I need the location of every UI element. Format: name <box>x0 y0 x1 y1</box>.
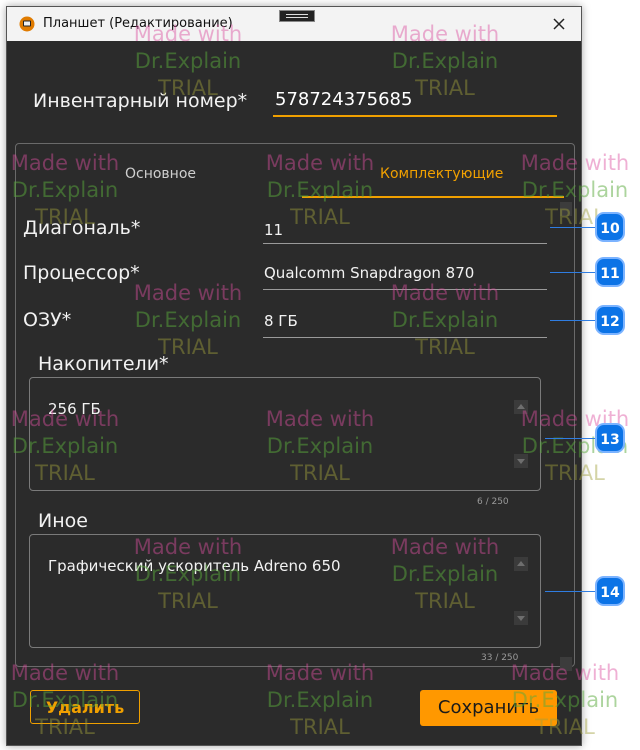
other-label: Иное <box>38 510 88 532</box>
delete-button[interactable]: Удалить <box>30 690 140 724</box>
storage-text: 256 ГБ <box>48 400 101 418</box>
callout-leader-line <box>545 591 600 592</box>
other-textarea[interactable]: Графический ускоритель Adreno 650 <box>29 534 541 648</box>
diagonal-input[interactable]: 11 <box>264 221 283 239</box>
storage-label: Накопители* <box>38 353 169 375</box>
window-title: Планшет (Редактирование) <box>43 16 233 31</box>
ram-label: ОЗУ* <box>23 309 72 331</box>
edit-tablet-window: Планшет (Редактирование) Инвентарный ном… <box>6 6 582 746</box>
other-text: Графический ускоритель Adreno 650 <box>48 557 341 575</box>
scroll-up-icon[interactable] <box>514 400 528 414</box>
callout-badge-12: 12 <box>595 305 625 335</box>
callout-badge-13: 13 <box>595 423 625 453</box>
callout-leader-line <box>550 272 600 273</box>
active-tab-indicator <box>302 196 564 198</box>
drag-handle-icon[interactable] <box>279 10 315 22</box>
ram-underline <box>263 337 547 338</box>
storage-textarea[interactable]: 256 ГБ <box>29 377 541 491</box>
tab-components[interactable]: Комплектующие <box>380 166 503 182</box>
scrollbar-down-icon[interactable] <box>560 657 572 671</box>
diagonal-label: Диагональ* <box>23 217 141 239</box>
inventory-number-label: Инвентарный номер* <box>33 90 248 112</box>
callout-leader-line <box>545 438 600 439</box>
callout-badge-14: 14 <box>595 576 625 606</box>
processor-underline <box>263 289 547 290</box>
close-icon[interactable] <box>547 12 571 36</box>
scroll-down-icon[interactable] <box>514 611 528 625</box>
scrollbar-up-icon[interactable] <box>560 202 572 216</box>
title-bar[interactable]: Планшет (Редактирование) <box>7 7 581 41</box>
callout-leader-line <box>550 227 600 228</box>
ram-input[interactable]: 8 ГБ <box>264 312 298 330</box>
callout-badge-10: 10 <box>595 212 625 242</box>
app-icon <box>19 16 35 32</box>
other-char-counter: 33 / 250 <box>481 653 519 663</box>
scroll-up-icon[interactable] <box>514 557 528 571</box>
callout-badge-11: 11 <box>595 257 625 287</box>
scroll-down-icon[interactable] <box>514 454 528 468</box>
callout-leader-line <box>550 320 600 321</box>
tab-main[interactable]: Основное <box>125 166 196 182</box>
processor-input[interactable]: Qualcomm Snapdragon 870 <box>264 264 474 282</box>
diagonal-underline <box>263 243 547 244</box>
processor-label: Процессор* <box>23 262 140 284</box>
inventory-number-input[interactable]: 578724375685 <box>273 85 557 117</box>
save-button[interactable]: Сохранить <box>420 690 557 726</box>
storage-char-counter: 6 / 250 <box>477 497 509 507</box>
